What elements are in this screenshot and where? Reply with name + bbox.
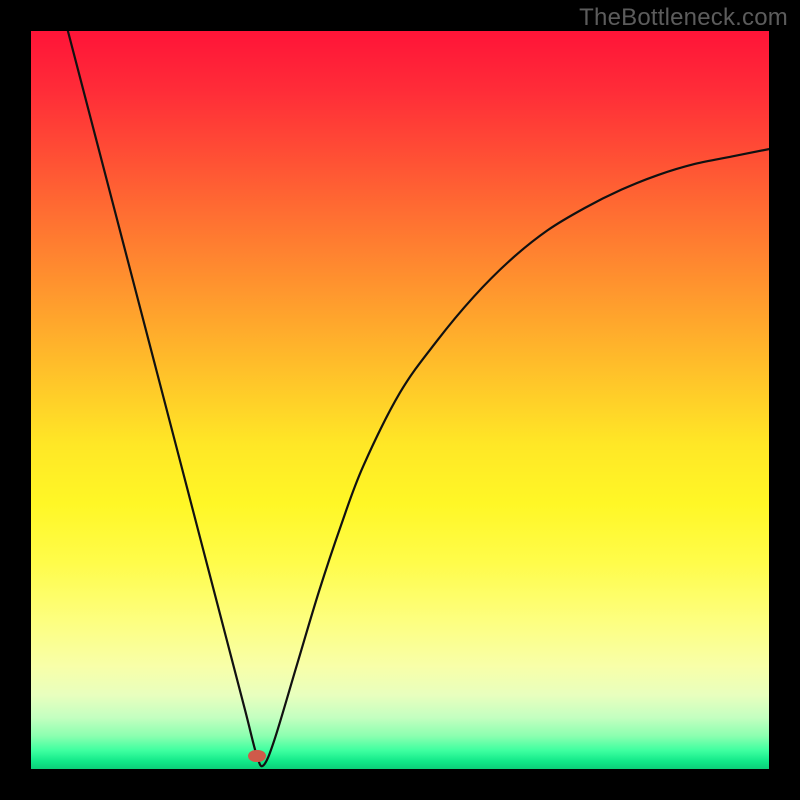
watermark-text: TheBottleneck.com <box>579 4 788 32</box>
plot-area <box>31 31 769 769</box>
bottleneck-curve <box>31 31 769 769</box>
minimum-marker <box>248 750 266 762</box>
chart-frame: TheBottleneck.com <box>0 0 800 800</box>
